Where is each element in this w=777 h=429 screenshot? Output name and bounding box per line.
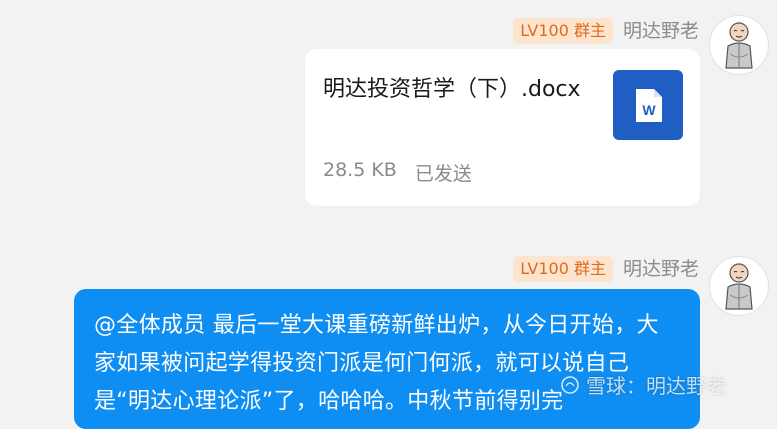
sender-info: LV100 群主 明达野老 bbox=[513, 254, 699, 284]
sender-name[interactable]: 明达野老 bbox=[623, 257, 699, 281]
watermark-text: 雪球：明达野老 bbox=[586, 374, 726, 398]
avatar[interactable] bbox=[709, 256, 769, 316]
file-size: 28.5 KB bbox=[323, 159, 397, 181]
group-owner-badge: LV100 群主 bbox=[513, 256, 613, 282]
file-name: 明达投资哲学（下）.docx bbox=[323, 77, 581, 102]
sender-info: LV100 群主 明达野老 bbox=[513, 16, 699, 46]
snowball-logo-icon bbox=[561, 375, 579, 394]
send-status: 已发送 bbox=[414, 163, 472, 185]
message-file: LV100 群主 明达野老 明达投资哲学（下）.docx 28.5 KB 已发送… bbox=[0, 0, 777, 230]
sender-name[interactable]: 明达野老 bbox=[623, 19, 699, 43]
monk-avatar-icon bbox=[725, 263, 753, 310]
word-document-icon: W bbox=[613, 70, 683, 140]
watermark: 雪球：明达野老 bbox=[560, 370, 726, 399]
avatar[interactable] bbox=[709, 15, 769, 75]
message-bubble[interactable]: @全体成员 最后一堂大课重磅新鲜出炉，从今日开始，大家如果被问起学得投资门派是何… bbox=[74, 289, 700, 429]
monk-avatar-icon bbox=[725, 22, 753, 69]
file-meta: 28.5 KB 已发送 bbox=[323, 159, 472, 186]
group-owner-badge: LV100 群主 bbox=[513, 18, 613, 44]
file-card[interactable]: 明达投资哲学（下）.docx 28.5 KB 已发送 W bbox=[305, 49, 700, 206]
svg-text:W: W bbox=[642, 102, 656, 118]
